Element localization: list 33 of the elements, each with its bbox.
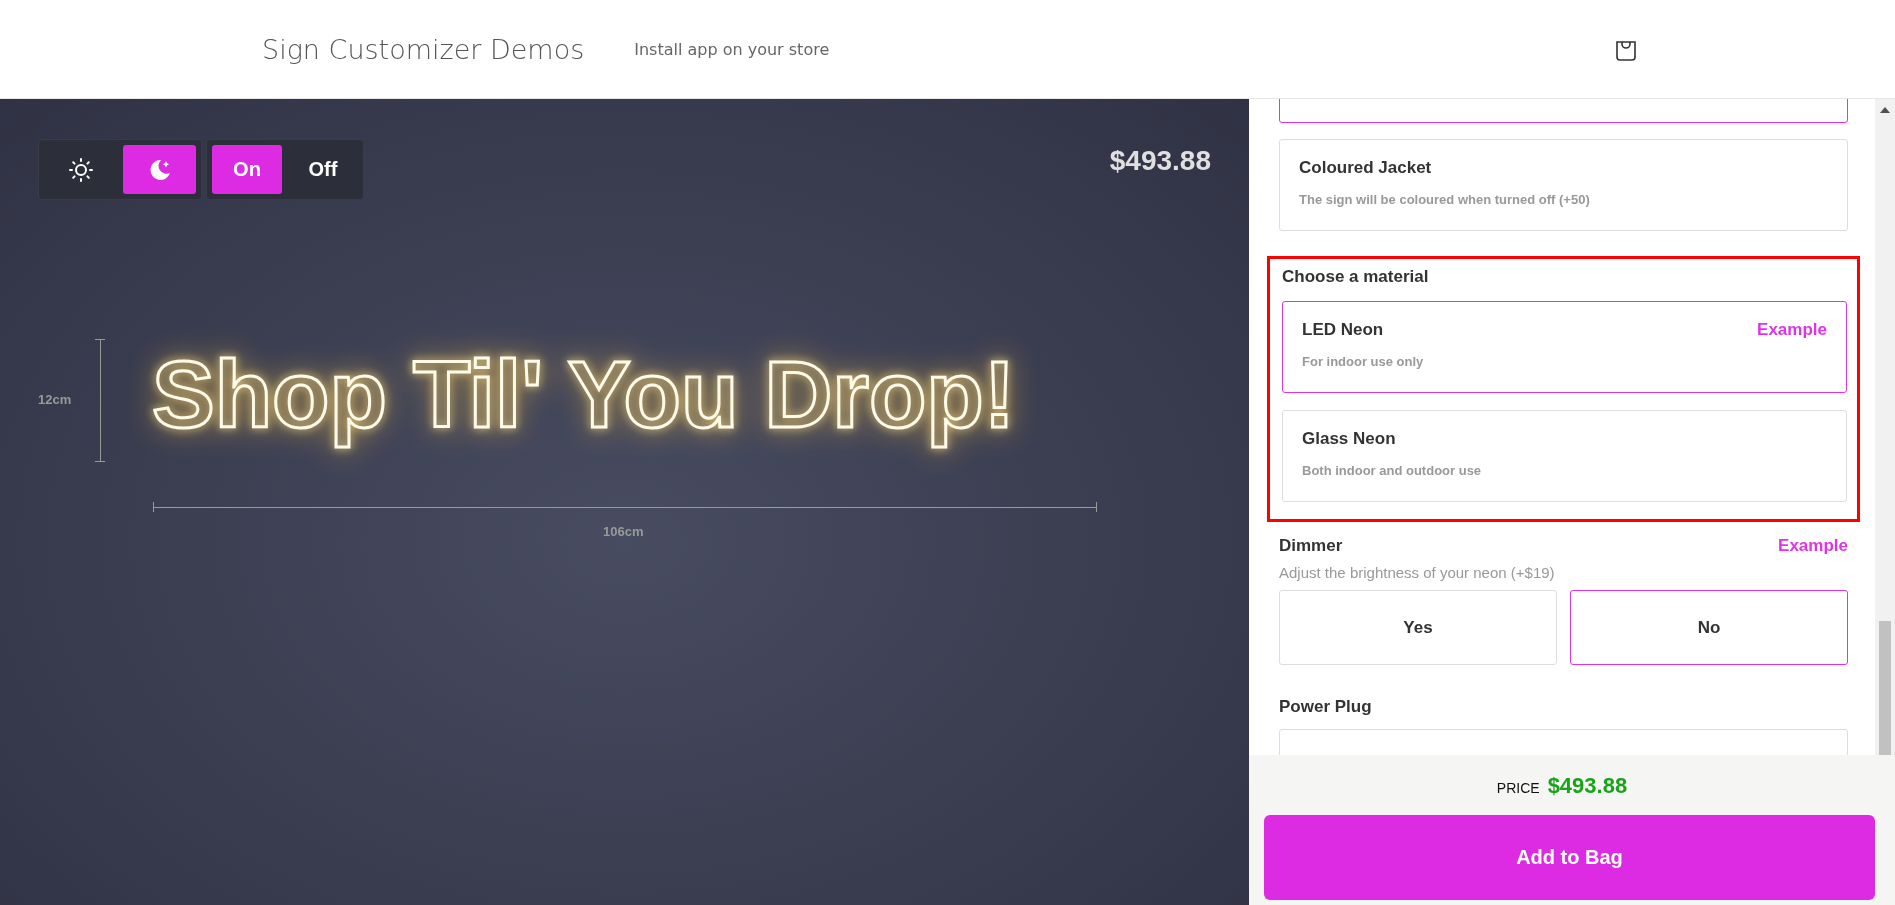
install-link[interactable]: Install app on your store — [634, 39, 830, 59]
example-link[interactable]: Example — [1757, 320, 1827, 340]
option-card[interactable]: Glass Neon Both indoor and outdoor use — [1282, 410, 1847, 502]
option-description: Both indoor and outdoor use — [1302, 463, 1483, 478]
section-heading: Dimmer — [1279, 536, 1343, 556]
store-title[interactable]: Sign Customizer Demos — [262, 33, 585, 65]
height-label: 12cm — [38, 392, 72, 407]
section-description: Adjust the brightness of your neon (+$19) — [1279, 564, 1556, 581]
width-label: 106cm — [603, 524, 644, 539]
scrollbar[interactable] — [1875, 99, 1895, 755]
option-description: The sign will be coloured when turned off (+50) — [1299, 192, 1591, 207]
power-toggle-button[interactable]: Off — [288, 145, 358, 194]
power-toggle-button[interactable]: On — [212, 145, 282, 194]
option-title: Glass Neon — [1302, 429, 1396, 449]
section-heading: Choose a material — [1282, 267, 1430, 287]
choice-button[interactable]: No — [1570, 590, 1848, 665]
scrollbar-thumb[interactable] — [1879, 621, 1891, 755]
choice-button[interactable]: Yes — [1279, 590, 1557, 665]
option-card[interactable]: Coloured Jacket The sign will be coloured when turned off (+50) — [1279, 139, 1848, 231]
section-heading: Power Plug — [1279, 697, 1373, 717]
option-title: Coloured Jacket — [1299, 158, 1433, 178]
scroll-up-icon[interactable] — [1880, 107, 1890, 113]
option-title: LED Neon — [1302, 320, 1384, 340]
price: $493.88 — [1109, 145, 1211, 177]
dark-mode-button[interactable] — [123, 145, 196, 194]
price-label: PRICE — [1496, 780, 1540, 796]
price: $493.88 — [1547, 773, 1628, 799]
add-to-bag-button[interactable]: Add to Bag — [1264, 815, 1875, 900]
sun-icon — [68, 157, 93, 182]
option-card[interactable]: LED Neon Example For indoor use only — [1282, 301, 1847, 393]
option-description: For indoor use only — [1302, 354, 1425, 369]
example-link[interactable]: Example — [1778, 536, 1848, 556]
neon-sign-text: Shop Til' You Drop! — [152, 341, 1016, 449]
